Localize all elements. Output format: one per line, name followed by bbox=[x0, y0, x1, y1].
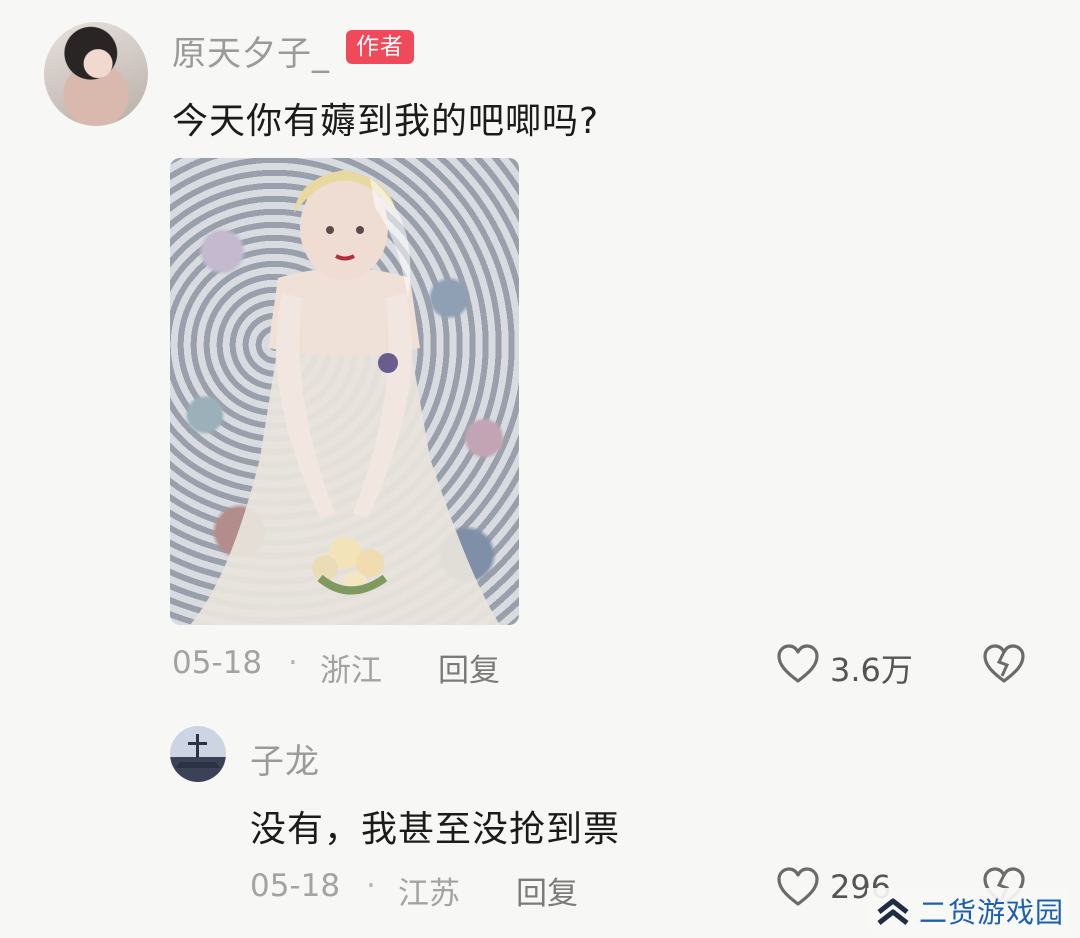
comment-image[interactable] bbox=[170, 158, 519, 625]
watermark: 二货游戏园 bbox=[866, 888, 1070, 934]
comment-text: 今天你有薅到我的吧唧吗? bbox=[172, 101, 600, 142]
reply-button[interactable]: 回复 bbox=[516, 868, 578, 913]
reply-avatar[interactable] bbox=[170, 726, 226, 782]
watermark-text: 二货游戏园 bbox=[918, 896, 1064, 929]
comment-location: 浙江 bbox=[320, 653, 382, 689]
tower-silhouette-icon bbox=[176, 734, 220, 768]
dislike-icon[interactable] bbox=[980, 643, 1028, 685]
photo-illustration bbox=[190, 170, 500, 625]
reply-date: 05-18 bbox=[250, 868, 341, 904]
reply-text: 没有，我甚至没抢到票 bbox=[250, 809, 621, 850]
like-icon[interactable] bbox=[776, 866, 820, 908]
reply-username[interactable]: 子龙 bbox=[250, 734, 320, 783]
meta-separator: · bbox=[366, 868, 376, 904]
author-badge: 作者 bbox=[346, 30, 414, 64]
comment-date: 05-18 bbox=[172, 645, 263, 681]
like-count: 3.6万 bbox=[830, 651, 913, 689]
reply-location: 江苏 bbox=[398, 876, 460, 912]
avatar[interactable] bbox=[44, 22, 148, 126]
meta-separator: · bbox=[288, 645, 298, 681]
like-icon[interactable] bbox=[776, 643, 820, 685]
comment-username[interactable]: 原天夕子_ bbox=[172, 26, 330, 75]
double-chevron-up-icon bbox=[877, 898, 909, 925]
reply-button[interactable]: 回复 bbox=[438, 645, 500, 690]
